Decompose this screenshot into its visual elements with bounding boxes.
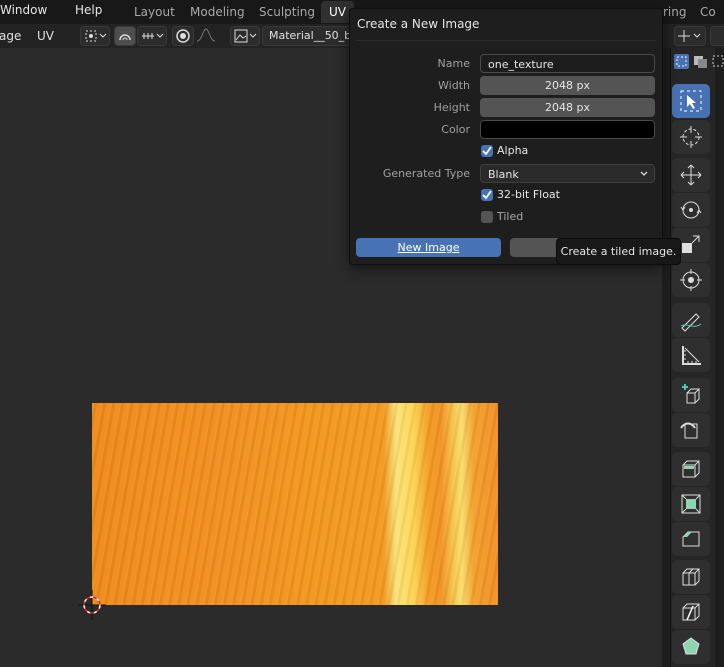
select-box-icon — [680, 90, 702, 112]
tab-modeling[interactable]: Modeling — [182, 1, 253, 23]
rotate-icon — [680, 201, 702, 219]
color-label: Color — [441, 123, 470, 136]
image-menu-partial[interactable]: age — [0, 29, 21, 43]
float32-label: 32-bit Float — [497, 188, 560, 201]
chevron-down-icon — [640, 171, 648, 176]
tab-compositing-partial[interactable]: Co — [697, 1, 719, 23]
uv-sync-toggle[interactable] — [114, 26, 136, 46]
tool-transform[interactable] — [672, 263, 710, 297]
name-field[interactable]: one_texture — [480, 54, 655, 73]
move-icon — [680, 164, 702, 186]
generated-type-value: Blank — [488, 168, 519, 181]
width-label: Width — [438, 79, 470, 92]
falloff-dropdown[interactable] — [196, 26, 224, 46]
scale-icon — [682, 235, 700, 253]
snap-icon — [142, 33, 164, 39]
snap-dropdown[interactable] — [137, 26, 167, 46]
alpha-check-box[interactable] — [481, 145, 493, 157]
texture-image — [92, 403, 498, 605]
pivot-icon — [85, 30, 107, 42]
dialog-divider — [356, 40, 656, 41]
name-label: Name — [437, 57, 470, 70]
tool-extrude[interactable] — [672, 452, 710, 486]
knife-icon — [682, 603, 700, 621]
tool-move[interactable] — [672, 158, 710, 192]
create-new-image-dialog: Create a New Image Name one_texture Widt… — [349, 8, 663, 265]
generated-type-select[interactable]: Blank — [480, 164, 655, 183]
uv-menu[interactable]: UV — [37, 29, 54, 43]
checkmark-icon — [482, 146, 492, 156]
tiled-check-box[interactable] — [481, 211, 493, 223]
width-field[interactable]: 2048 px — [480, 76, 655, 95]
annotate-icon — [680, 313, 702, 332]
poly-build-icon — [682, 637, 700, 655]
tooltip: Create a tiled image. — [556, 238, 681, 265]
tool-add-cube[interactable] — [672, 378, 710, 412]
tool-loop-cut[interactable] — [672, 560, 710, 594]
extrude-icon — [682, 460, 700, 478]
tool-annotate[interactable] — [672, 303, 710, 337]
menu-window[interactable]: Window — [0, 3, 47, 17]
gizmo-dropdown[interactable] — [674, 26, 706, 46]
tool-rotate[interactable] — [672, 193, 710, 227]
cursor-icon — [680, 126, 702, 148]
generated-type-label: Generated Type — [382, 167, 470, 180]
image-name-field[interactable]: Material__50_ba — [262, 26, 352, 46]
add-cube-icon — [682, 384, 701, 404]
height-label: Height — [433, 101, 470, 114]
loop-cut-icon — [682, 568, 700, 586]
new-image-button[interactable]: New Image — [356, 238, 501, 257]
height-field[interactable]: 2048 px — [480, 98, 655, 117]
image-icon — [234, 29, 257, 43]
checkmark-icon — [482, 190, 492, 200]
proportional-icon — [176, 29, 190, 43]
sync-icon — [119, 34, 131, 41]
transform-icon — [680, 269, 702, 291]
proportional-editing-toggle[interactable] — [172, 26, 194, 46]
inset-icon — [681, 494, 701, 514]
tiled-label: Tiled — [497, 210, 524, 223]
selection-mode-icons[interactable] — [673, 53, 724, 71]
falloff-curve-icon — [196, 28, 216, 42]
tool-measure[interactable] — [672, 338, 710, 372]
dialog-title: Create a New Image — [357, 17, 480, 31]
color-swatch[interactable] — [480, 120, 655, 139]
measure-icon — [682, 346, 701, 365]
overlay-dropdown-partial[interactable] — [710, 26, 724, 46]
alpha-label: Alpha — [497, 144, 529, 157]
texture-grain — [92, 403, 498, 605]
tool-select-box[interactable] — [672, 84, 710, 118]
tool-bevel[interactable] — [672, 522, 710, 556]
float32-check-box[interactable] — [481, 189, 493, 201]
bevel-icon — [682, 531, 700, 547]
shear-icon — [680, 422, 698, 439]
image-browse-dropdown[interactable] — [230, 26, 260, 46]
tool-knife[interactable] — [672, 595, 710, 629]
pivot-dropdown[interactable] — [80, 26, 110, 46]
tool-cursor[interactable] — [672, 120, 710, 154]
tool-inset[interactable] — [672, 487, 710, 521]
tool-poly-build[interactable] — [672, 630, 710, 664]
menu-help[interactable]: Help — [75, 3, 102, 17]
tab-layout[interactable]: Layout — [126, 1, 183, 23]
2d-cursor-icon[interactable] — [78, 590, 106, 620]
tab-sculpting[interactable]: Sculpting — [251, 1, 323, 23]
tool-shear[interactable] — [672, 413, 710, 447]
tab-texture-paint-partial[interactable]: ring — [660, 1, 690, 23]
new-image-button-label: New Image — [397, 241, 460, 254]
gizmo-icon — [678, 30, 701, 42]
